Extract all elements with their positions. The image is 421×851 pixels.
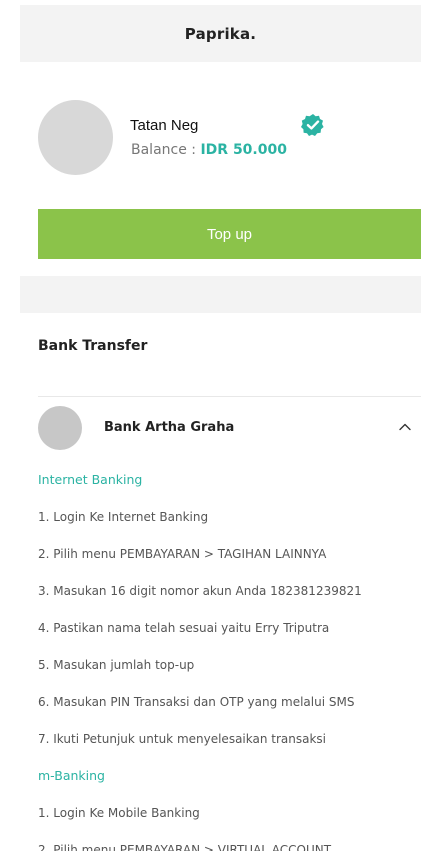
verified-badge-icon	[301, 114, 324, 136]
app-header: Paprika.	[20, 5, 421, 62]
balance-label: Balance :	[131, 142, 201, 158]
profile-card: Tatan Neg Balance : IDR 50.000	[38, 100, 421, 176]
bank-logo	[38, 406, 82, 450]
instruction-step: 5. Masukan jumlah top-up	[38, 658, 195, 672]
top-up-button[interactable]: Top up	[38, 209, 421, 259]
balance-line: Balance : IDR 50.000	[131, 142, 287, 158]
instruction-step: 1. Login Ke Mobile Banking	[38, 806, 200, 820]
avatar[interactable]	[38, 100, 113, 175]
chevron-up-icon[interactable]	[398, 420, 412, 434]
app-title: Paprika.	[184, 24, 257, 43]
divider	[38, 396, 421, 397]
bank-name: Bank Artha Graha	[104, 420, 235, 435]
method-title-m-banking: m-Banking	[38, 768, 105, 783]
instruction-step: 2. Pilih menu PEMBAYARAN > VIRTUAL ACCOU…	[38, 843, 332, 851]
instruction-step: 1. Login Ke Internet Banking	[38, 510, 209, 524]
instruction-step: 7. Ikuti Petunjuk untuk menyelesaikan tr…	[38, 732, 327, 746]
method-title-internet-banking: Internet Banking	[38, 472, 143, 487]
bank-accordion-header[interactable]: Bank Artha Graha	[38, 406, 421, 450]
bank-transfer-title: Bank Transfer	[38, 338, 148, 354]
instruction-step: 2. Pilih menu PEMBAYARAN > TAGIHAN LAINN…	[38, 547, 327, 561]
section-separator	[20, 276, 421, 313]
user-name: Tatan Neg	[130, 117, 199, 134]
balance-amount: IDR 50.000	[200, 142, 287, 158]
instruction-step: 6. Masukan PIN Transaksi dan OTP yang me…	[38, 695, 355, 709]
instruction-step: 4. Pastikan nama telah sesuai yaitu Erry…	[38, 621, 330, 635]
instruction-step: 3. Masukan 16 digit nomor akun Anda 1823…	[38, 584, 362, 598]
